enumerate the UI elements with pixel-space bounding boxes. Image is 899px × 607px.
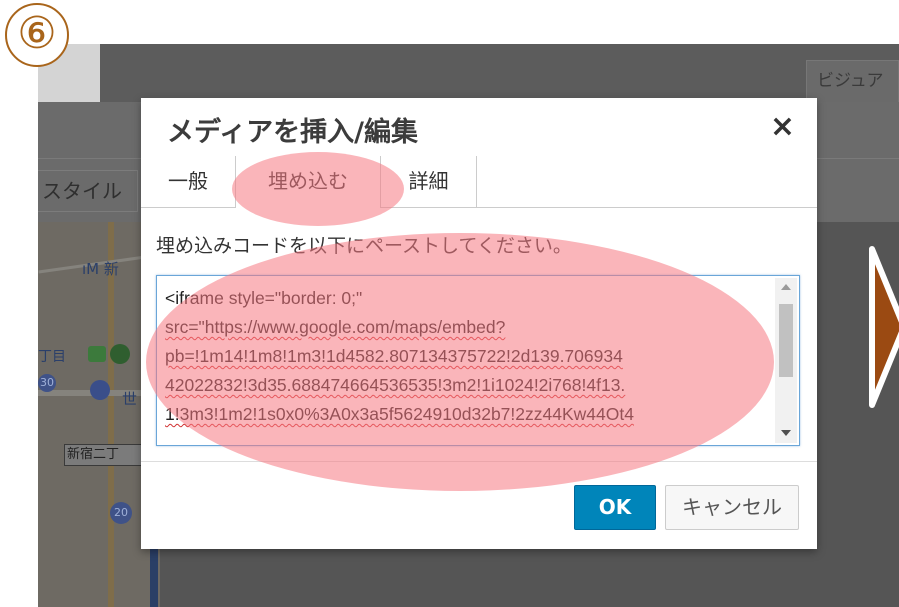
code-line: <iframe style="border: 0;"	[165, 288, 363, 308]
step-number-badge: ⑥	[5, 3, 69, 67]
dialog-tabs: 一般 埋め込む 詳細	[141, 156, 817, 208]
scroll-up-icon[interactable]	[781, 284, 791, 290]
scroll-down-icon[interactable]	[781, 430, 791, 436]
shop-pin-icon	[90, 380, 110, 400]
map-road	[108, 222, 114, 607]
code-line: pb=!1m14!1m8!1m3!1d4582.807134375722!2d1…	[165, 346, 623, 366]
code-line: src="https://www.google.com/maps/embed?	[165, 317, 506, 337]
footer-divider	[141, 461, 817, 462]
textarea-scrollbar[interactable]	[775, 278, 797, 443]
tab-general[interactable]: 一般	[141, 156, 236, 208]
map-label-station: 新宿二丁	[64, 444, 142, 466]
dialog-title: メディアを挿入/編集	[167, 117, 418, 148]
embed-code-textarea[interactable]: <iframe style="border: 0;" src="https://w…	[156, 275, 800, 446]
park-icon	[110, 344, 130, 364]
map-label-shinjuku: ıM 新	[82, 260, 119, 278]
visual-tab[interactable]: ビジュア	[806, 60, 899, 102]
scroll-thumb[interactable]	[779, 304, 793, 377]
style-dropdown[interactable]: スタイル	[38, 170, 138, 212]
route-30-icon: 30	[38, 374, 56, 392]
embed-instruction: 埋め込みコードを以下にペーストしてください。	[156, 235, 572, 257]
cancel-button[interactable]: キャンセル	[665, 485, 799, 530]
close-icon[interactable]: ×	[770, 112, 795, 142]
route-20-icon: 20	[110, 502, 132, 524]
code-line: 42022832!3d35.688474664536535!3m2!1i1024…	[165, 375, 626, 395]
next-arrow-icon	[869, 246, 899, 408]
code-line: 1!3m3!1m2!1s0x0%3A0x3a5f5624910d32b7!2zz…	[165, 404, 634, 424]
map-label-chome: 丁目	[38, 349, 66, 365]
editor-top-bar	[38, 44, 899, 102]
tab-advanced[interactable]: 詳細	[381, 156, 477, 208]
insert-media-dialog: メディアを挿入/編集 × 一般 埋め込む 詳細 埋め込みコードを以下にペーストし…	[141, 98, 817, 549]
tab-embed[interactable]: 埋め込む	[236, 156, 381, 208]
map-label-world: 世	[122, 390, 138, 408]
metro-icon	[88, 346, 106, 362]
embed-code-content: <iframe style="border: 0;" src="https://w…	[165, 284, 765, 439]
ok-button[interactable]: OK	[574, 485, 656, 530]
